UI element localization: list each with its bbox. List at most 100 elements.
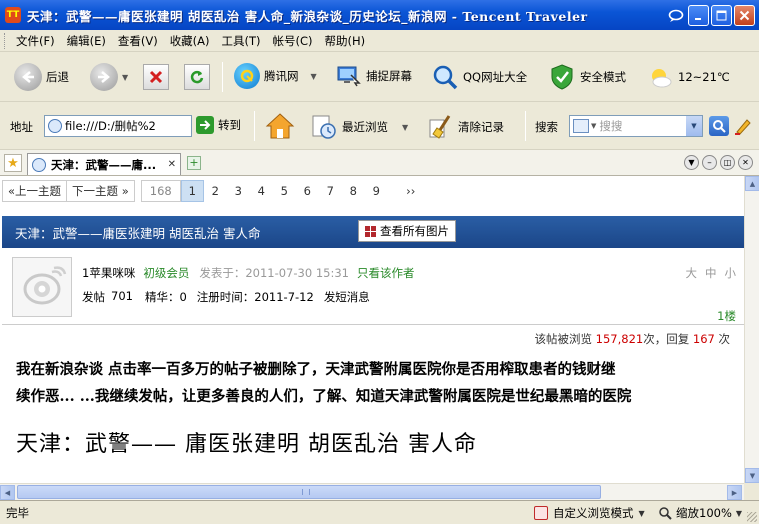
menu-tools[interactable]: 工具(T): [216, 33, 267, 49]
recent-dropdown-icon[interactable]: ▼: [402, 123, 408, 132]
go-button[interactable]: 转到: [196, 116, 241, 134]
menu-account[interactable]: 帐号(C): [267, 33, 319, 49]
search-engine-icon[interactable]: [573, 119, 589, 133]
menu-edit[interactable]: 编辑(E): [61, 33, 112, 49]
menu-view[interactable]: 查看(V): [112, 33, 164, 49]
tencent-button[interactable]: 腾讯网 ▼: [234, 63, 317, 89]
only-author-link[interactable]: 只看该作者: [357, 265, 415, 281]
safe-mode-button[interactable]: 安全模式: [548, 63, 626, 91]
view-all-pictures-button[interactable]: 查看所有图片: [358, 220, 456, 242]
page-6[interactable]: 6: [296, 184, 319, 198]
clear-history-button[interactable]: 清除记录: [426, 113, 504, 141]
tab-close-all-icon[interactable]: ✕: [738, 155, 753, 170]
tab-current[interactable]: 天津：武警——庸... ✕: [27, 153, 181, 175]
close-button[interactable]: [734, 5, 755, 26]
menubar-grip: [4, 32, 7, 49]
font-small-link[interactable]: 小: [725, 265, 737, 281]
font-medium-link[interactable]: 中: [705, 265, 717, 281]
back-arrow-icon: [14, 63, 42, 91]
favorites-star-icon[interactable]: ★: [4, 154, 22, 172]
weather-widget[interactable]: 12~21℃: [646, 65, 730, 89]
browse-mode-selector[interactable]: 自定义浏览模式 ▼: [534, 503, 645, 523]
zoom-label: 缩放100%: [676, 506, 732, 520]
pagination-bar: «上一主题 下一主题 » 168 1 2 3 4 5 6 7 8 9 ››: [0, 180, 426, 202]
search-input[interactable]: ▼ 搜搜 ▼: [569, 115, 703, 137]
qq-sites-button[interactable]: QQ网址大全: [431, 63, 527, 91]
highlight-button[interactable]: [733, 116, 753, 136]
go-arrow-icon: [196, 116, 214, 134]
page-5[interactable]: 5: [273, 184, 296, 198]
forward-dropdown-icon[interactable]: ▼: [122, 73, 128, 82]
stop-button[interactable]: [143, 64, 169, 90]
next-thread-link[interactable]: 下一主题 »: [66, 180, 135, 202]
tab-close-icon[interactable]: ✕: [168, 159, 176, 170]
new-tab-icon[interactable]: +: [187, 156, 201, 170]
page-2[interactable]: 2: [204, 184, 227, 198]
search-engine-dropdown-icon[interactable]: ▼: [591, 122, 596, 130]
address-toolbar: 地址 file:///D:/删帖%2 转到 最近浏览 ▼ 清除记录 搜索 ▼ 搜…: [0, 102, 759, 150]
posts-count: 701: [111, 289, 133, 303]
menu-help[interactable]: 帮助(H): [319, 33, 372, 49]
status-bar: 完毕 自定义浏览模式 ▼ 缩放100% ▼: [0, 500, 759, 524]
browse-mode-icon: [534, 506, 548, 520]
more-pages-link[interactable]: ››: [396, 184, 426, 198]
tab-minimize-icon[interactable]: –: [702, 155, 717, 170]
main-toolbar: 后退 ▼ 腾讯网 ▼ 捕捉屏幕 QQ网址大全 安全模式 12~21℃: [0, 52, 759, 102]
tab-restore-icon[interactable]: ◫: [720, 155, 735, 170]
browse-mode-dropdown-icon[interactable]: ▼: [639, 509, 645, 518]
scroll-left-arrow-icon[interactable]: ◀: [0, 485, 15, 500]
scroll-up-arrow-icon[interactable]: ▲: [745, 176, 759, 191]
minimize-button[interactable]: [688, 5, 709, 26]
tab-list-icon[interactable]: ▼: [684, 155, 699, 170]
avatar[interactable]: [12, 257, 72, 317]
scroll-right-arrow-icon[interactable]: ▶: [727, 485, 742, 500]
page-8[interactable]: 8: [342, 184, 365, 198]
zoom-control[interactable]: 缩放100% ▼: [658, 503, 742, 523]
address-label: 地址: [10, 120, 33, 134]
page-1-current[interactable]: 1: [180, 180, 204, 202]
title-bar: TT 天津：武警——庸医张建明 胡医乱治 害人命_新浪杂谈_历史论坛_新浪网 -…: [0, 0, 759, 30]
prev-thread-link[interactable]: «上一主题: [2, 180, 68, 202]
menu-favorites[interactable]: 收藏(A): [164, 33, 216, 49]
page-3[interactable]: 3: [227, 184, 250, 198]
home-button[interactable]: [264, 111, 296, 141]
resize-grip-icon[interactable]: [747, 512, 757, 522]
refresh-icon: [184, 64, 210, 90]
forward-button[interactable]: ▼: [90, 63, 128, 91]
safe-mode-label: 安全模式: [580, 70, 626, 84]
refresh-button[interactable]: [184, 64, 210, 90]
short-message-link[interactable]: 发短消息: [324, 289, 370, 305]
toolbar-separator: [254, 111, 255, 141]
maximize-button[interactable]: [711, 5, 732, 26]
search-dropdown-icon[interactable]: ▼: [686, 116, 702, 136]
address-input[interactable]: file:///D:/删帖%2: [44, 115, 192, 137]
user-stats-row: 发帖 701 精华：0 注册时间：2011-7-12 发短消息: [82, 289, 370, 305]
back-button[interactable]: 后退: [14, 63, 69, 91]
font-size-switch: 大 中 小: [686, 265, 737, 281]
sina-eye-logo-icon: [23, 266, 67, 305]
page-9[interactable]: 9: [365, 184, 388, 198]
tencent-dropdown-icon[interactable]: ▼: [311, 72, 317, 81]
page-7[interactable]: 7: [319, 184, 342, 198]
search-go-button[interactable]: [709, 116, 729, 136]
scroll-down-arrow-icon[interactable]: ▼: [745, 468, 759, 483]
replies-count: 167: [692, 332, 715, 346]
zoom-dropdown-icon[interactable]: ▼: [736, 509, 742, 518]
weather-sun-icon: [646, 65, 674, 89]
tencent-label: 腾讯网: [264, 69, 299, 83]
vertical-scrollbar[interactable]: ▲ ▼: [744, 176, 759, 483]
screen-capture-button[interactable]: 捕捉屏幕: [336, 64, 412, 88]
horizontal-scrollbar[interactable]: ◀ ▶: [0, 483, 744, 500]
username-link[interactable]: 1苹果咪咪: [82, 265, 135, 281]
essence-count: 0: [179, 290, 187, 304]
help-icon[interactable]: [665, 5, 686, 26]
recent-browse-button[interactable]: 最近浏览 ▼: [310, 113, 408, 141]
post-body: 我在新浪杂谈 点击率一百多万的帖子被删除了，天津武警附属医院你是否用榨取患者的钱…: [16, 356, 736, 410]
horizontal-scroll-thumb[interactable]: [17, 485, 601, 499]
views-prefix: 该帖被浏览: [534, 332, 593, 346]
recent-history-icon: [310, 113, 338, 141]
screen-capture-label: 捕捉屏幕: [366, 69, 412, 83]
font-large-link[interactable]: 大: [686, 265, 698, 281]
page-4[interactable]: 4: [250, 184, 273, 198]
menu-file[interactable]: 文件(F): [10, 33, 61, 49]
